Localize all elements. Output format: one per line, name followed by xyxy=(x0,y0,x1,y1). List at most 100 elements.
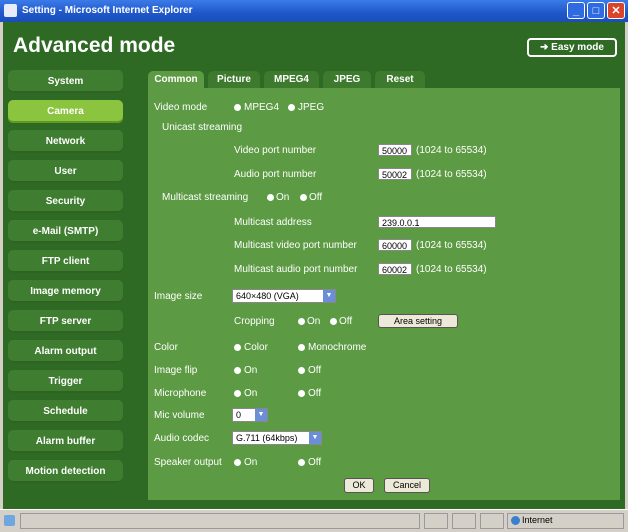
tab-picture[interactable]: Picture xyxy=(208,71,260,89)
multicast-video-port-input[interactable]: 60000 xyxy=(378,239,412,251)
multicast-off-radio[interactable] xyxy=(300,194,307,201)
ok-button[interactable]: OK xyxy=(344,478,374,493)
multicast-streaming-label: Multicast streaming xyxy=(162,192,249,203)
sidebar-item-motion-detection[interactable]: Motion detection xyxy=(8,460,123,483)
minimize-button[interactable]: _ xyxy=(567,2,585,19)
status-segment xyxy=(20,513,420,529)
sidebar-item-schedule[interactable]: Schedule xyxy=(8,400,123,423)
multicast-off-label: Off xyxy=(309,192,323,203)
image-flip-on-label: On xyxy=(244,365,258,376)
speaker-output-label: Speaker output xyxy=(154,457,222,468)
sidebar-item-camera[interactable]: Camera xyxy=(8,100,123,123)
easy-mode-button[interactable]: ➜ Easy mode xyxy=(527,38,617,57)
sidebar-item-trigger[interactable]: Trigger xyxy=(8,370,123,393)
multicast-address-input[interactable]: 239.0.0.1 xyxy=(378,216,496,228)
internet-explorer-icon xyxy=(4,4,17,17)
multicast-address-label: Multicast address xyxy=(234,217,312,228)
image-size-select[interactable]: 640×480 (VGA) ▼ xyxy=(232,289,336,303)
window-titlebar: Setting - Microsoft Internet Explorer _ … xyxy=(0,0,628,22)
close-button[interactable]: ✕ xyxy=(607,2,625,19)
image-flip-off-radio[interactable] xyxy=(298,367,305,374)
color-color-label: Color xyxy=(244,342,268,353)
image-flip-off-label: Off xyxy=(308,365,322,376)
globe-icon xyxy=(511,516,520,525)
audio-codec-value: G.711 (64kbps) xyxy=(236,433,298,443)
sidebar-item-security[interactable]: Security xyxy=(8,190,123,213)
sidebar-item-ftp-server[interactable]: FTP server xyxy=(8,310,123,333)
audio-codec-label: Audio codec xyxy=(154,433,210,444)
unicast-streaming-label: Unicast streaming xyxy=(162,122,243,133)
status-segment xyxy=(452,513,476,529)
sidebar-item-email-smtp[interactable]: e-Mail (SMTP) xyxy=(8,220,123,243)
video-mode-mpeg4-label: MPEG4 xyxy=(244,102,280,113)
chevron-down-icon: ▼ xyxy=(323,290,335,302)
microphone-label: Microphone xyxy=(154,388,207,399)
sidebar-item-system[interactable]: System xyxy=(8,70,123,93)
chevron-down-icon: ▼ xyxy=(255,409,267,421)
maximize-button[interactable]: □ xyxy=(587,2,605,19)
page-icon xyxy=(4,515,15,526)
speaker-off-radio[interactable] xyxy=(298,459,305,466)
app-content: Advanced mode ➜ Easy mode System Camera … xyxy=(3,22,625,509)
settings-panel: Video mode MPEG4 JPEG Unicast streaming … xyxy=(148,88,620,500)
video-mode-jpeg-label: JPEG xyxy=(298,102,325,113)
cropping-off-radio[interactable] xyxy=(330,318,337,325)
audio-port-label: Audio port number xyxy=(234,169,317,180)
speaker-on-label: On xyxy=(244,457,258,468)
mic-volume-select[interactable]: 0 ▼ xyxy=(232,408,268,422)
multicast-on-radio[interactable] xyxy=(267,194,274,201)
audio-port-range: (1024 to 65534) xyxy=(416,169,487,180)
window-title: Setting - Microsoft Internet Explorer xyxy=(22,5,193,16)
area-setting-button[interactable]: Area setting xyxy=(378,314,458,328)
microphone-off-radio[interactable] xyxy=(298,390,305,397)
cropping-on-radio[interactable] xyxy=(298,318,305,325)
multicast-audio-port-input[interactable]: 60002 xyxy=(378,263,412,275)
sidebar-item-ftp-client[interactable]: FTP client xyxy=(8,250,123,273)
video-mode-jpeg-radio[interactable] xyxy=(288,104,295,111)
video-port-label: Video port number xyxy=(234,145,317,156)
color-monochrome-radio[interactable] xyxy=(298,344,305,351)
video-port-input[interactable]: 50000 xyxy=(378,144,412,156)
image-flip-on-radio[interactable] xyxy=(234,367,241,374)
cancel-button[interactable]: Cancel xyxy=(384,478,430,493)
sidebar-item-user[interactable]: User xyxy=(8,160,123,183)
multicast-on-label: On xyxy=(276,192,290,203)
status-segment xyxy=(424,513,448,529)
cropping-off-label: Off xyxy=(339,316,353,327)
video-mode-label: Video mode xyxy=(154,102,208,113)
color-monochrome-label: Monochrome xyxy=(308,342,367,353)
multicast-video-port-label: Multicast video port number xyxy=(234,240,357,251)
chevron-down-icon: ▼ xyxy=(309,432,321,444)
page-title: Advanced mode xyxy=(13,34,176,57)
multicast-video-port-range: (1024 to 65534) xyxy=(416,240,487,251)
mic-volume-label: Mic volume xyxy=(154,410,205,421)
status-segment xyxy=(480,513,504,529)
microphone-off-label: Off xyxy=(308,388,322,399)
image-size-label: Image size xyxy=(154,291,203,302)
color-label: Color xyxy=(154,342,178,353)
sidebar-item-alarm-output[interactable]: Alarm output xyxy=(8,340,123,363)
sidebar-item-alarm-buffer[interactable]: Alarm buffer xyxy=(8,430,123,453)
tab-jpeg[interactable]: JPEG xyxy=(323,71,371,89)
multicast-audio-port-label: Multicast audio port number xyxy=(234,264,358,275)
video-mode-mpeg4-radio[interactable] xyxy=(234,104,241,111)
mic-volume-value: 0 xyxy=(236,410,242,420)
cropping-on-label: On xyxy=(307,316,321,327)
cropping-label: Cropping xyxy=(234,316,275,327)
speaker-off-label: Off xyxy=(308,457,322,468)
tab-reset[interactable]: Reset xyxy=(375,71,425,89)
image-size-value: 640×480 (VGA) xyxy=(236,291,299,301)
status-bar: Internet xyxy=(0,509,628,532)
audio-port-input[interactable]: 50002 xyxy=(378,168,412,180)
tab-mpeg4[interactable]: MPEG4 xyxy=(264,71,319,89)
color-color-radio[interactable] xyxy=(234,344,241,351)
sidebar-item-image-memory[interactable]: Image memory xyxy=(8,280,123,303)
image-flip-label: Image flip xyxy=(154,365,198,376)
speaker-on-radio[interactable] xyxy=(234,459,241,466)
microphone-on-label: On xyxy=(244,388,258,399)
audio-codec-select[interactable]: G.711 (64kbps) ▼ xyxy=(232,431,322,445)
tab-common[interactable]: Common xyxy=(148,71,204,89)
sidebar-item-network[interactable]: Network xyxy=(8,130,123,153)
microphone-on-radio[interactable] xyxy=(234,390,241,397)
video-port-range: (1024 to 65534) xyxy=(416,145,487,156)
